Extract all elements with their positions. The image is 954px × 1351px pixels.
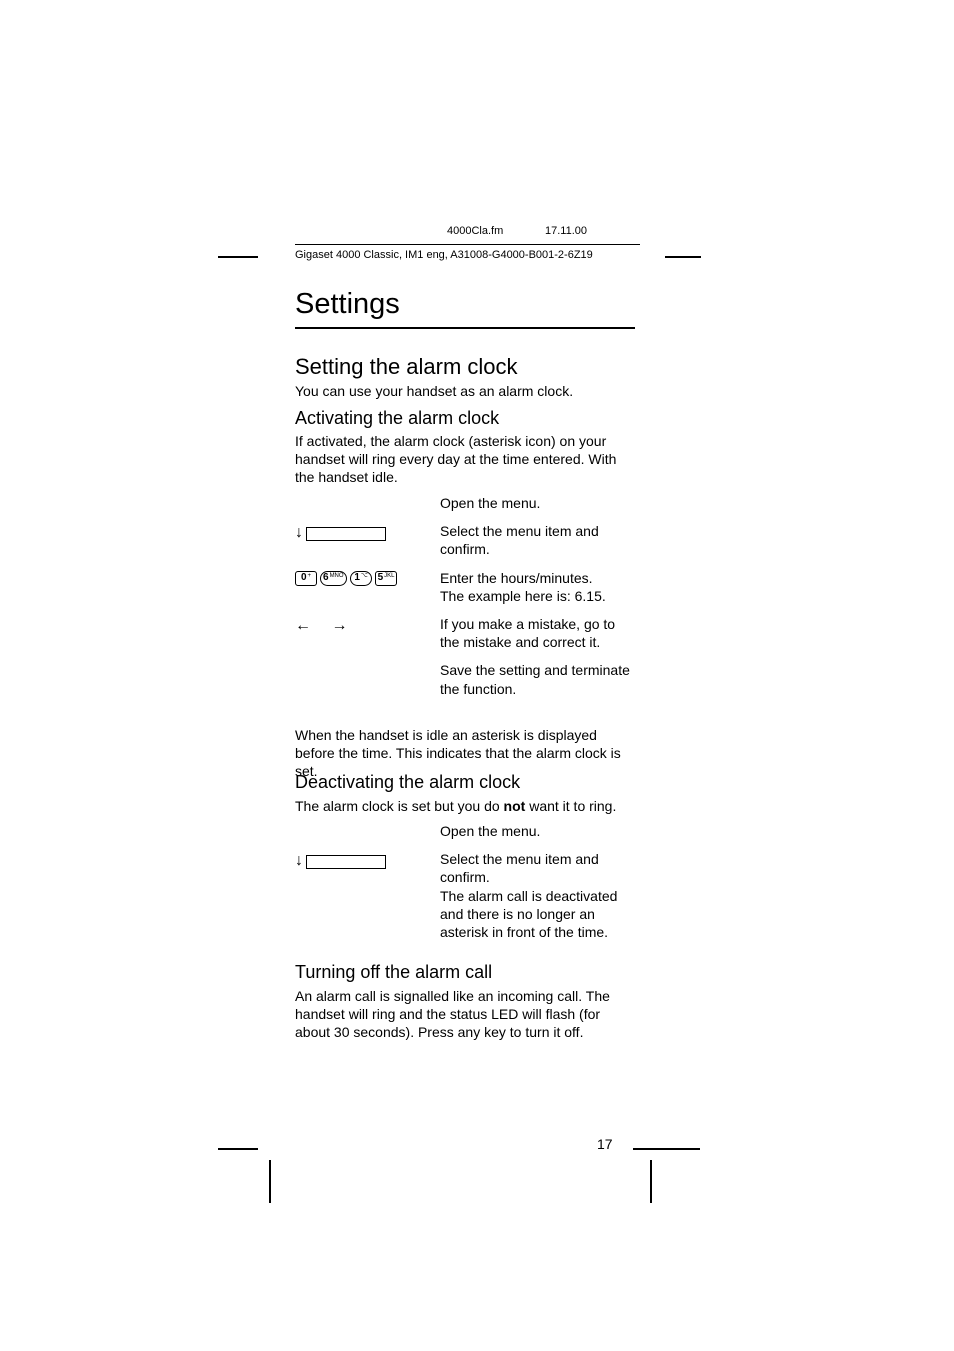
crop-mark: [218, 256, 258, 258]
key-digit: 6: [323, 573, 329, 583]
section-intro: You can use your handset as an alarm clo…: [295, 382, 635, 400]
section-heading: Setting the alarm clock: [295, 354, 635, 380]
left-right-arrow-icon: ← →: [295, 617, 355, 635]
key-sup: MNO: [330, 573, 344, 579]
step-text: Open the menu.: [440, 494, 635, 512]
text: want it to ring.: [525, 798, 616, 814]
step-row: 0+ 6MNO 1⌥ 5JKL Enter the hours/minutes.…: [295, 569, 635, 605]
text-bold: not: [504, 798, 526, 814]
activate-intro: If activated, the alarm clock (asterisk …: [295, 432, 635, 487]
keycap-6: 6MNO: [320, 571, 347, 586]
step-row: ↓ Select the menu item and confirm.: [295, 522, 635, 558]
key-digit: 0: [301, 573, 307, 583]
step-row: ← → If you make a mistake, go to the mis…: [295, 615, 635, 651]
key-sup: +: [308, 573, 312, 579]
keycap-0: 0+: [295, 571, 317, 586]
step-row: Open the menu.: [295, 822, 635, 840]
softkey-icon: [306, 527, 386, 541]
step-row: ↓ Select the menu item and confirm. The …: [295, 850, 635, 941]
turnoff-heading: Turning off the alarm call: [295, 962, 635, 983]
keycap-1: 1⌥: [350, 571, 372, 586]
page-title: Settings: [295, 289, 635, 321]
key-digit: 1: [354, 573, 360, 583]
deactivate-intro: The alarm clock is set but you do not wa…: [295, 797, 635, 815]
crop-mark: [665, 256, 701, 258]
step-text: Select the menu item and confirm.: [440, 522, 635, 558]
header-file: 4000Cla.fm: [447, 225, 503, 237]
step-text: Open the menu.: [440, 822, 635, 840]
key-sup: JKL: [384, 573, 394, 579]
keycap-5: 5JKL: [375, 571, 398, 586]
turnoff-body: An alarm call is signalled like an incom…: [295, 987, 635, 1042]
step-row: Open the menu.: [295, 494, 635, 512]
crop-mark: [218, 1148, 258, 1150]
softkey-icon: [306, 855, 386, 869]
header-date: 17.11.00: [545, 225, 587, 237]
title-rule: [295, 327, 635, 329]
step-row: Save the setting and terminate the funct…: [295, 661, 635, 697]
crop-mark: [269, 1160, 271, 1203]
activate-heading: Activating the alarm clock: [295, 408, 635, 429]
header-product: Gigaset 4000 Classic, IM1 eng, A31008-G4…: [295, 249, 593, 261]
step-text: Enter the hours/minutes. The example her…: [440, 569, 635, 605]
crop-mark: [650, 1160, 652, 1203]
header-rule: [295, 244, 640, 245]
deactivate-heading: Deactivating the alarm clock: [295, 772, 635, 793]
down-arrow-icon: ↓: [295, 852, 303, 870]
crop-mark: [633, 1148, 700, 1150]
step-text: Save the setting and terminate the funct…: [440, 661, 635, 697]
step-text: Select the menu item and confirm. The al…: [440, 850, 635, 941]
key-digit: 5: [378, 573, 384, 583]
step-text: If you make a mistake, go to the mistake…: [440, 615, 635, 651]
down-arrow-icon: ↓: [295, 524, 303, 542]
page-number: 17: [597, 1136, 613, 1152]
text: The alarm clock is set but you do: [295, 798, 504, 814]
